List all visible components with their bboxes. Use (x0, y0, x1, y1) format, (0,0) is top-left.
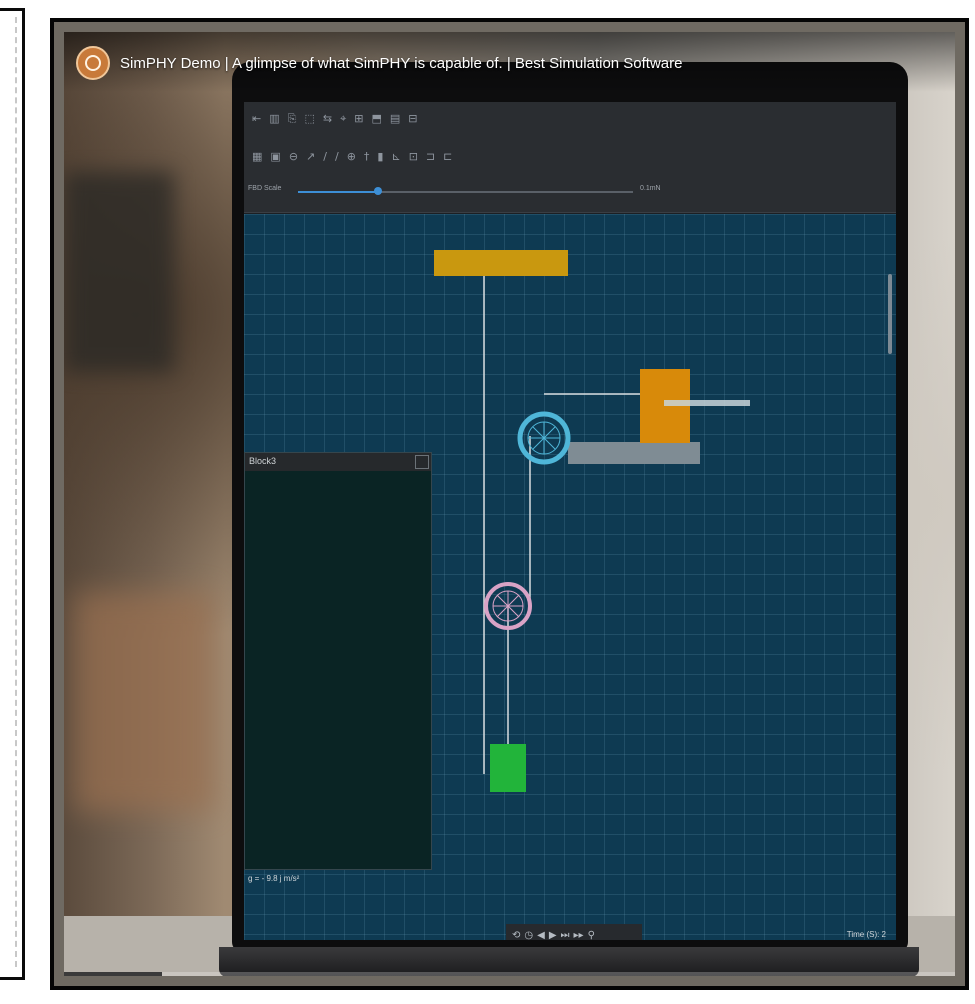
fbd-scale-fill (298, 191, 379, 193)
bottom-pulley[interactable] (484, 582, 532, 630)
video-progress-track[interactable] (64, 972, 955, 976)
row2-tool-13-icon[interactable]: ⊏ (443, 150, 452, 163)
laptop: ⇤ ▥ ⎘ ⬚ ⇆ ⌖ ⊞ ⬒ ▤ ⊟ ▦ ▣ ⊖ ↗ / / ⊕ † ▮ ⊾ ⊡ ⊐ ⊏ FBD Scale 0.1mN (232, 62, 908, 952)
channel-logo-icon[interactable] (76, 46, 110, 80)
row2-tool-4-icon[interactable]: ↗ (306, 150, 315, 163)
toolbar-row-1: ⇤ ▥ ⎘ ⬚ ⇆ ⌖ ⊞ ⬒ ▤ ⊟ (252, 112, 418, 126)
spring[interactable] (664, 400, 750, 406)
row2-tool-3-icon[interactable]: ⊖ (289, 150, 298, 163)
row2-tool-2-icon[interactable]: ▣ (270, 150, 280, 163)
simphy-app-screen: ⇤ ▥ ⎘ ⬚ ⇆ ⌖ ⊞ ⬒ ▤ ⊟ ▦ ▣ ⊖ ↗ / / ⊕ † ▮ ⊾ ⊡ ⊐ ⊏ FBD Scale 0.1mN (244, 102, 896, 940)
row2-tool-1-icon[interactable]: ▦ (252, 150, 262, 163)
playback-control-3-icon[interactable]: ◀ (537, 930, 545, 941)
fbd-scale-value: 0.1mN (640, 185, 661, 192)
left-panel-edge (0, 17, 17, 967)
row1-tool-4-icon[interactable]: ⬚ (304, 112, 314, 126)
background-blur-warm (74, 592, 214, 812)
row2-tool-7-icon[interactable]: ⊕ (347, 150, 356, 163)
video-frame-content: ⇤ ▥ ⎘ ⬚ ⇆ ⌖ ⊞ ⬒ ▤ ⊟ ▦ ▣ ⊖ ↗ / / ⊕ † ▮ ⊾ ⊡ ⊐ ⊏ FBD Scale 0.1mN (64, 32, 955, 976)
row2-tool-10-icon[interactable]: ⊾ (391, 150, 400, 163)
canvas-scrollbar[interactable] (888, 274, 892, 354)
simphy-toolbar: ⇤ ▥ ⎘ ⬚ ⇆ ⌖ ⊞ ⬒ ▤ ⊟ ▦ ▣ ⊖ ↗ / / ⊕ † ▮ ⊾ ⊡ ⊐ ⊏ FBD Scale 0.1mN (244, 102, 896, 213)
close-icon[interactable] (415, 455, 429, 469)
table-surface[interactable] (568, 442, 700, 464)
playback-control-4-icon[interactable]: ▶ (549, 930, 557, 941)
fbd-scale-slider[interactable]: FBD Scale 0.1mN (248, 185, 668, 199)
fbd-scale-thumb[interactable] (374, 187, 383, 195)
row1-tool-1-icon[interactable]: ⇤ (252, 112, 261, 126)
playback-control-2-icon[interactable]: ◷ (524, 930, 533, 941)
block-window-titlebar[interactable]: Block3 (245, 453, 431, 471)
toolbar-row-2: ▦ ▣ ⊖ ↗ / / ⊕ † ▮ ⊾ ⊡ ⊐ ⊏ (252, 150, 452, 163)
playback-control-7-icon[interactable]: ⚲ (588, 930, 595, 941)
playback-control-1-icon[interactable]: ⟲ (512, 930, 520, 941)
left-panel-frame (0, 8, 25, 980)
row1-tool-9-icon[interactable]: ▤ (390, 112, 400, 126)
green-block[interactable] (490, 744, 526, 792)
row1-tool-10-icon[interactable]: ⊟ (408, 112, 417, 126)
row2-tool-8-icon[interactable]: † (364, 150, 370, 163)
block-properties-window[interactable]: Block3 (244, 452, 432, 870)
video-progress-fill (64, 972, 162, 976)
row2-tool-12-icon[interactable]: ⊐ (426, 150, 435, 163)
time-readout: Time (S): 2 (846, 930, 886, 939)
block-window-title: Block3 (249, 456, 277, 466)
video-title[interactable]: SimPHY Demo | A glimpse of what SimPHY i… (120, 55, 683, 72)
playback-control-5-icon[interactable]: ⏭ (561, 930, 570, 941)
row1-tool-2-icon[interactable]: ▥ (269, 112, 279, 126)
playback-control-6-icon[interactable]: ▸▸ (574, 930, 584, 941)
top-pulley[interactable] (517, 411, 571, 465)
row1-tool-7-icon[interactable]: ⊞ (354, 112, 363, 126)
playback-controls: ⟲ ◷ ◀ ▶ ⏭ ▸▸ ⚲ (506, 924, 642, 940)
row2-tool-9-icon[interactable]: ▮ (377, 150, 383, 163)
simulation-canvas[interactable]: Block3 g = - 9.8 j m/s² ⟲ ◷ ◀ ▶ ⏭ ▸▸ ⚲ Time (S… (244, 214, 896, 940)
fbd-scale-label: FBD Scale (248, 185, 282, 192)
video-title-overlay: SimPHY Demo | A glimpse of what SimPHY i… (64, 32, 955, 92)
row1-tool-6-icon[interactable]: ⌖ (340, 112, 346, 126)
row2-tool-5-icon[interactable]: / (323, 150, 327, 163)
row2-tool-11-icon[interactable]: ⊡ (409, 150, 418, 163)
row1-tool-5-icon[interactable]: ⇆ (323, 112, 332, 126)
ceiling-block[interactable] (434, 250, 568, 276)
gravity-readout: g = - 9.8 j m/s² (248, 874, 300, 883)
row1-tool-3-icon[interactable]: ⎘ (288, 112, 297, 126)
video-player[interactable]: ⇤ ▥ ⎘ ⬚ ⇆ ⌖ ⊞ ⬒ ▤ ⊟ ▦ ▣ ⊖ ↗ / / ⊕ † ▮ ⊾ ⊡ ⊐ ⊏ FBD Scale 0.1mN (50, 18, 969, 990)
row2-tool-6-icon[interactable]: / (335, 150, 339, 163)
row1-tool-8-icon[interactable]: ⬒ (371, 112, 381, 126)
background-blur-dark (64, 172, 174, 372)
